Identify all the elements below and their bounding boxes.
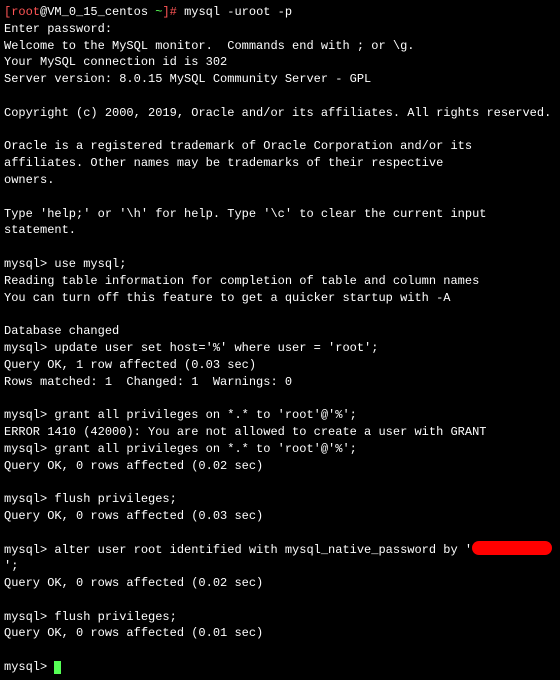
output-line: Oracle is a registered trademark of Orac… — [4, 138, 556, 155]
output-line: Enter password: — [4, 21, 556, 38]
mysql-command: mysql> grant all privileges on *.* to 'r… — [4, 441, 556, 458]
blank-line — [4, 474, 556, 491]
output-line: Welcome to the MySQL monitor. Commands e… — [4, 38, 556, 55]
mysql-command: mysql> flush privileges; — [4, 491, 556, 508]
output-line: Database changed — [4, 323, 556, 340]
mysql-command: mysql> flush privileges; — [4, 609, 556, 626]
blank-line — [4, 525, 556, 542]
output-line: Query OK, 0 rows affected (0.03 sec) — [4, 508, 556, 525]
shell-prompt-line: [root@VM_0_15_centos ~]# mysql -uroot -p — [4, 4, 556, 21]
shell-command: mysql -uroot -p — [184, 5, 292, 19]
mysql-command: mysql> alter user root identified with m… — [4, 542, 556, 576]
output-line: Reading table information for completion… — [4, 273, 556, 290]
output-line: Server version: 8.0.15 MySQL Community S… — [4, 71, 556, 88]
output-line: You can turn off this feature to get a q… — [4, 290, 556, 307]
prompt-symbol: # — [170, 5, 177, 19]
blank-line — [4, 390, 556, 407]
output-line: owners. — [4, 172, 556, 189]
mysql-prompt-text: mysql> — [4, 660, 54, 674]
prompt-host: VM_0_15_centos — [47, 5, 148, 19]
output-line: Copyright (c) 2000, 2019, Oracle and/or … — [4, 105, 556, 122]
output-line: Query OK, 0 rows affected (0.01 sec) — [4, 625, 556, 642]
blank-line — [4, 642, 556, 659]
mysql-command: mysql> update user set host='%' where us… — [4, 340, 556, 357]
alter-suffix: '; — [4, 559, 18, 573]
output-line: Your MySQL connection id is 302 — [4, 54, 556, 71]
blank-line — [4, 189, 556, 206]
output-line: Query OK, 0 rows affected (0.02 sec) — [4, 458, 556, 475]
mysql-prompt[interactable]: mysql> — [4, 659, 556, 676]
blank-line — [4, 592, 556, 609]
blank-line — [4, 122, 556, 139]
mysql-command: mysql> grant all privileges on *.* to 'r… — [4, 407, 556, 424]
blank-line — [4, 306, 556, 323]
prompt-user: root — [11, 5, 40, 19]
blank-line — [4, 239, 556, 256]
mysql-command: mysql> use mysql; — [4, 256, 556, 273]
prompt-close: ] — [162, 5, 169, 19]
blank-line — [4, 88, 556, 105]
output-line: Query OK, 1 row affected (0.03 sec) — [4, 357, 556, 374]
error-line: ERROR 1410 (42000): You are not allowed … — [4, 424, 556, 441]
output-line: affiliates. Other names may be trademark… — [4, 155, 556, 172]
redacted-password — [472, 541, 552, 555]
output-line: Rows matched: 1 Changed: 1 Warnings: 0 — [4, 374, 556, 391]
cursor-icon — [54, 661, 61, 674]
output-line: Query OK, 0 rows affected (0.02 sec) — [4, 575, 556, 592]
alter-prefix: mysql> alter user root identified with m… — [4, 543, 472, 557]
output-line: Type 'help;' or '\h' for help. Type '\c'… — [4, 206, 556, 240]
